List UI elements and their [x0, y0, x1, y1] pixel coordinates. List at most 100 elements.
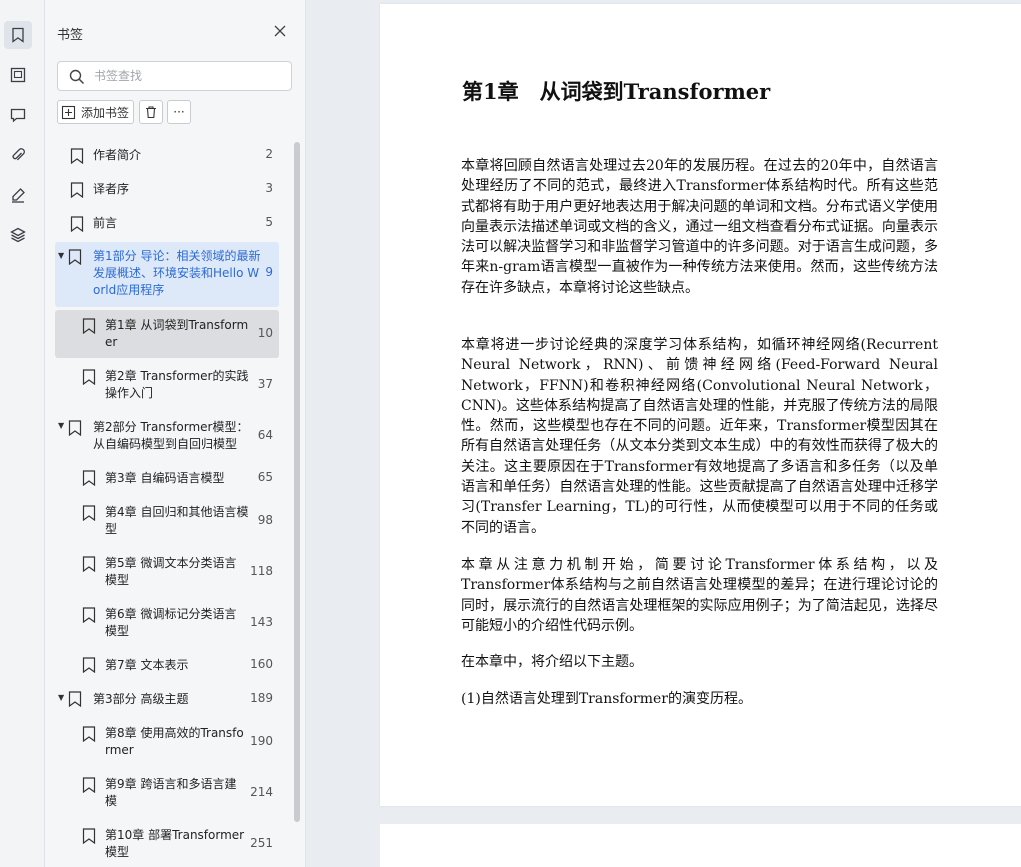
delete-bookmark-button[interactable] [139, 100, 163, 124]
search-icon [69, 69, 85, 85]
bookmark-item-part1[interactable]: ▼ 第1部分 导论：相关领域的最新发展概述、环境安装和Hello World应用… [55, 242, 279, 307]
more-options-button[interactable]: ··· [167, 100, 191, 124]
bookmark-page: 3 [265, 181, 273, 195]
attachment-panel-toggle[interactable] [4, 141, 32, 169]
add-bookmark-icon [61, 105, 76, 119]
collapse-triangle-icon[interactable]: ▼ [58, 251, 64, 260]
bookmark-icon [82, 777, 96, 793]
more-label: ··· [173, 105, 185, 119]
bookmark-icon [12, 27, 24, 43]
layers-icon [10, 227, 26, 243]
chapter-title: 第1章 从词袋到Transformer [462, 79, 771, 104]
bookmark-item[interactable]: 第7章 文本表示 160 [55, 650, 279, 680]
bookmark-item[interactable]: 第4章 自回归和其他语言模型 98 [55, 497, 279, 545]
bookmark-icon [68, 691, 82, 707]
collapse-triangle-icon[interactable]: ▼ [58, 693, 64, 702]
close-icon[interactable] [273, 24, 287, 38]
panel-title: 书签 [57, 28, 84, 43]
collapse-triangle-icon[interactable]: ▼ [58, 421, 64, 430]
attachment-icon [12, 148, 25, 161]
bookmark-page: 214 [250, 785, 273, 799]
bookmark-page: 10 [257, 326, 273, 340]
image-icon [10, 67, 26, 83]
bookmark-search-input[interactable] [94, 67, 284, 85]
bookmark-item-part3[interactable]: ▼ 第3部分 高级主题 189 [55, 684, 279, 714]
bookmark-label: 第3部分 高级主题 [93, 692, 189, 706]
bookmark-item[interactable]: 作者简介 2 [55, 141, 279, 171]
bookmark-label: 第5章 微调文本分类语言模型 [105, 556, 237, 587]
bookmark-scrollbar[interactable] [294, 142, 300, 822]
bookmark-page: 64 [257, 428, 273, 442]
bookmark-label: 第9章 跨语言和多语言建模 [105, 777, 237, 808]
bookmark-label: 第6章 微调标记分类语言模型 [105, 607, 237, 638]
add-bookmark-button[interactable]: 添加书签 [57, 100, 134, 124]
bookmark-page: 143 [250, 615, 273, 629]
bookmark-item[interactable]: 第8章 使用高效的Transformer 190 [55, 718, 279, 766]
bookmark-icon [82, 828, 96, 844]
bookmark-label: 第1部分 导论：相关领域的最新发展概述、环境安装和Hello World应用程序 [93, 249, 261, 297]
paragraph: 在本章中，将介绍以下主题。 [461, 654, 643, 670]
bookmark-item[interactable]: 第9章 跨语言和多语言建模 214 [55, 769, 279, 817]
bookmark-label: 译者序 [93, 182, 130, 196]
bookmark-search-box[interactable] [57, 61, 292, 91]
bookmark-item[interactable]: 译者序 3 [55, 175, 279, 205]
bookmark-label: 第8章 使用高效的Transformer [105, 726, 244, 757]
bookmark-icon [82, 726, 96, 742]
bookmark-icon [82, 470, 96, 486]
trash-icon [146, 106, 156, 119]
bookmark-page: 189 [250, 691, 273, 705]
bookmark-item-current[interactable]: 第1章 从词袋到Transformer 10 [55, 310, 279, 358]
bookmark-panel-toggle[interactable] [4, 21, 32, 49]
bookmark-panel: 书签 添加书签 ··· 作者简介 2 译者序 3 前言 5 [45, 0, 306, 867]
bookmark-item[interactable]: 第2章 Transformer的实践操作入门 37 [55, 361, 279, 409]
bookmark-page: 5 [265, 215, 273, 229]
bookmark-page: 2 [265, 147, 273, 161]
bookmark-label: 前言 [93, 216, 118, 230]
bookmark-page: 65 [257, 470, 273, 484]
bookmark-icon [82, 556, 96, 572]
bookmark-item[interactable]: 第10章 部署Transformer模型 251 [55, 820, 279, 867]
document-view: 第1章 从词袋到Transformer 本章将回顾自然语言处理过去20年的发展历… [306, 0, 1021, 867]
bookmark-page: 37 [257, 377, 273, 391]
add-bookmark-label: 添加书签 [81, 105, 130, 120]
pen-icon [12, 188, 25, 203]
bookmark-label: 第7章 文本表示 [105, 658, 189, 672]
bookmark-icon [82, 657, 96, 673]
bookmark-page: 251 [250, 836, 273, 850]
next-document-page [380, 824, 1021, 867]
document-page: 第1章 从词袋到Transformer 本章将回顾自然语言处理过去20年的发展历… [380, 4, 1021, 806]
bookmark-icon [82, 318, 96, 334]
bookmark-page: 160 [250, 657, 273, 671]
comment-icon [10, 108, 26, 123]
tool-rail [0, 0, 45, 867]
paragraph: 本章从注意力机制开始，简要讨论Transformer体系结构，以及Transfo… [461, 557, 938, 634]
bookmark-page: 190 [250, 734, 273, 748]
bookmark-page: 9 [265, 265, 273, 279]
bookmark-icon [68, 249, 82, 265]
bookmark-item[interactable]: 第3章 自编码语言模型 65 [55, 463, 279, 493]
bookmark-icon [82, 369, 96, 385]
bookmark-icon [70, 216, 84, 232]
paragraph: (1)自然语言处理到Transformer的演变历程。 [461, 691, 752, 707]
bookmark-label: 第3章 自编码语言模型 [105, 471, 225, 485]
signature-panel-toggle[interactable] [4, 181, 32, 209]
bookmark-label: 第4章 自回归和其他语言模型 [105, 505, 249, 536]
bookmark-item-part2[interactable]: ▼ 第2部分 Transformer模型：从自编码模型到自回归模型 64 [55, 412, 279, 460]
bookmark-label: 第2章 Transformer的实践操作入门 [105, 369, 249, 400]
bookmark-item[interactable]: 第6章 微调标记分类语言模型 143 [55, 599, 279, 647]
bookmark-item[interactable]: 前言 5 [55, 209, 279, 239]
thumbnail-panel-toggle[interactable] [4, 61, 32, 89]
bookmark-page: 118 [250, 564, 273, 578]
bookmark-icon [68, 420, 82, 436]
comment-panel-toggle[interactable] [4, 101, 32, 129]
layers-panel-toggle[interactable] [4, 221, 32, 249]
bookmark-icon [82, 505, 96, 521]
bookmark-icon [70, 148, 84, 164]
bookmark-item[interactable]: 第5章 微调文本分类语言模型 118 [55, 548, 279, 596]
bookmark-label: 作者简介 [93, 148, 142, 162]
bookmark-label: 第1章 从词袋到Transformer [105, 318, 249, 349]
bookmark-label: 第2部分 Transformer模型：从自编码模型到自回归模型 [93, 420, 249, 451]
bookmark-icon [70, 182, 84, 198]
bookmark-label: 第10章 部署Transformer模型 [105, 828, 245, 859]
paragraph: 本章将回顾自然语言处理过去20年的发展历程。在过去的20年中，自然语言处理经历了… [461, 158, 938, 296]
